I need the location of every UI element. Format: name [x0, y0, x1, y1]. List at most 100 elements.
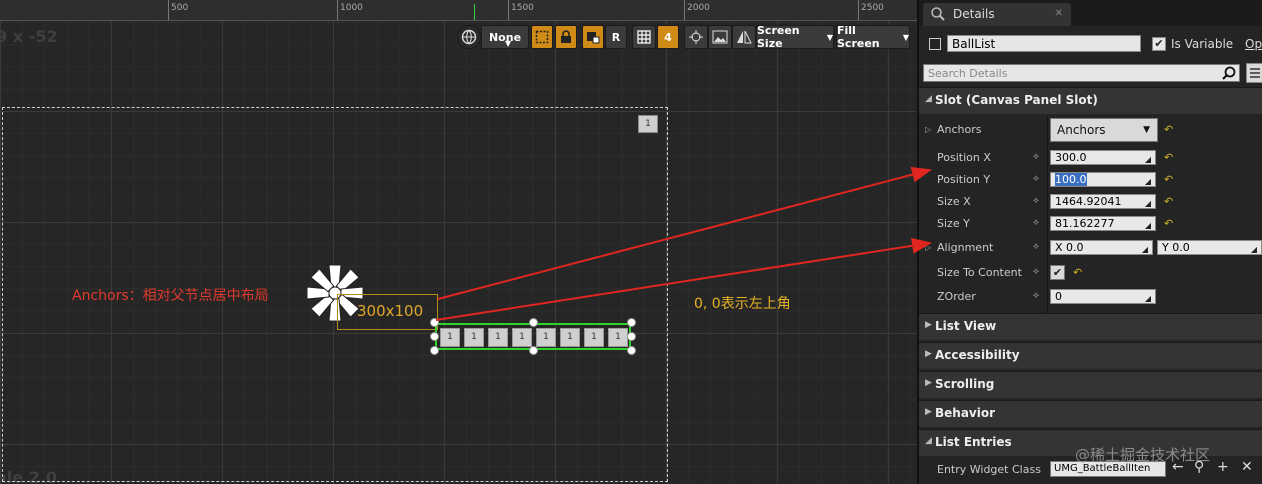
globe-icon	[461, 29, 477, 45]
resize-handle[interactable]	[430, 346, 439, 355]
search-icon[interactable]	[1222, 66, 1236, 80]
respect-locks-button[interactable]	[582, 25, 604, 49]
section-accessibility[interactable]: ▶ Accessibility	[919, 342, 1262, 369]
flip-direction-button[interactable]	[732, 25, 756, 49]
ruler-tick-label: 500	[171, 3, 189, 13]
section-list-view-label: List View	[935, 319, 997, 333]
section-scrolling-label: Scrolling	[935, 377, 995, 391]
drag-resize-icon: ◢	[1144, 199, 1151, 208]
zorder-input[interactable]: 0 ◢	[1050, 289, 1156, 304]
size-x-value: 1464.92041	[1055, 195, 1122, 208]
ball-item[interactable]: 1	[536, 328, 556, 347]
ruler-tick-label: 1000	[340, 3, 363, 13]
details-panel: Details ✕ BallList ✔ Is Variable Op Sear…	[917, 0, 1262, 484]
size-to-content-label: Size To Content	[937, 266, 1022, 279]
ruler-tick: 2500	[858, 0, 884, 20]
size-to-content-checkbox[interactable]: ✔	[1050, 265, 1065, 280]
section-behavior[interactable]: ▶ Behavior	[919, 400, 1262, 427]
collapsed-arrow-icon[interactable]: ▷	[925, 243, 931, 252]
reset-to-default-icon[interactable]: ↶	[1164, 123, 1173, 136]
localization-preview-dropdown[interactable]: None ▼	[481, 25, 529, 49]
is-variable-checkbox[interactable]: ✔	[1152, 37, 1166, 51]
ball-item[interactable]: 1	[440, 328, 460, 347]
reset-to-default-icon[interactable]: ↶	[1164, 151, 1173, 164]
ball-item[interactable]: 1	[488, 328, 508, 347]
fill-screen-dropdown[interactable]: Fill Screen ▼	[836, 24, 910, 50]
resize-handle[interactable]	[529, 346, 538, 355]
resize-handle[interactable]	[430, 332, 439, 341]
chevron-down-icon: ▼	[505, 39, 512, 48]
add-icon[interactable]: +	[1217, 459, 1229, 475]
image-preview-button[interactable]	[708, 25, 732, 49]
info-icon	[931, 7, 945, 21]
reset-to-default-icon[interactable]: ↶	[1073, 266, 1082, 279]
binding-icon[interactable]: ⟡	[1033, 267, 1043, 277]
ruler-tick-label: 2500	[861, 3, 884, 13]
search-details-input[interactable]: Search Details	[928, 67, 1007, 80]
drag-resize-icon: ◢	[1144, 155, 1151, 164]
section-slot[interactable]: ◢ Slot (Canvas Panel Slot)	[919, 87, 1262, 114]
reset-to-default-icon[interactable]: ↶	[1164, 173, 1173, 186]
reset-to-default-icon[interactable]: ↶	[1164, 195, 1173, 208]
collapsed-arrow-icon: ▶	[925, 349, 932, 359]
ball-item-preview[interactable]: 1	[638, 115, 658, 133]
grid-snap-value-dropdown[interactable]: 4	[657, 25, 679, 49]
screen-size-dropdown[interactable]: Screen Size ▼	[756, 24, 834, 50]
position-x-label: Position X	[937, 151, 991, 164]
alignment-y-input[interactable]: Y 0.0 ◢	[1157, 240, 1262, 255]
render-mode-button[interactable]: R	[605, 25, 627, 49]
ball-item[interactable]: 1	[464, 328, 484, 347]
size-y-input[interactable]: 81.162277 ◢	[1050, 216, 1156, 231]
binding-icon[interactable]: ⟡	[1033, 242, 1043, 252]
section-scrolling[interactable]: ▶ Scrolling	[919, 371, 1262, 398]
position-x-input[interactable]: 300.0 ◢	[1050, 150, 1156, 165]
grid-snap-toggle[interactable]	[632, 25, 656, 49]
options-link[interactable]: Op	[1245, 37, 1262, 51]
anchors-dropdown[interactable]: Anchors ▼	[1050, 118, 1158, 142]
resize-handle[interactable]	[529, 318, 538, 327]
ruler-tick: 1000	[337, 0, 363, 20]
entry-widget-class-label: Entry Widget Class	[937, 463, 1041, 476]
binding-icon[interactable]: ⟡	[1033, 218, 1043, 228]
binding-icon[interactable]: ⟡	[1033, 174, 1043, 184]
ball-item[interactable]: 1	[584, 328, 604, 347]
offset-size-label: 300x100	[357, 302, 424, 320]
ball-item[interactable]: 1	[512, 328, 532, 347]
resize-handle[interactable]	[627, 346, 636, 355]
chevron-down-icon: ▼	[902, 32, 909, 42]
drag-resize-icon: ◢	[1144, 177, 1151, 186]
lock-toggle-button[interactable]	[555, 25, 577, 49]
binding-icon[interactable]: ⟡	[1033, 291, 1043, 301]
fill-screen-label: Fill Screen	[837, 24, 880, 50]
ball-item[interactable]: 1	[560, 328, 580, 347]
anchors-label: Anchors	[937, 123, 982, 136]
resize-handle[interactable]	[627, 318, 636, 327]
search-details-field[interactable]: Search Details	[923, 64, 1240, 82]
clear-icon[interactable]: ✕	[1241, 459, 1253, 475]
expanded-arrow-icon: ◢	[925, 94, 932, 104]
binding-icon[interactable]: ⟡	[1033, 152, 1043, 162]
reset-to-default-icon[interactable]: ↶	[1164, 217, 1173, 230]
size-x-input[interactable]: 1464.92041 ◢	[1050, 194, 1156, 209]
zoom-to-fit-button[interactable]	[684, 25, 708, 49]
close-icon[interactable]: ✕	[1055, 3, 1063, 25]
horizontal-ruler: 500 1000 1500 2000 2500	[0, 0, 917, 21]
resize-handle[interactable]	[627, 332, 636, 341]
ball-item[interactable]: 1	[608, 328, 628, 347]
tab-details[interactable]: Details ✕	[923, 3, 1071, 26]
widget-name-input[interactable]: BallList	[947, 35, 1141, 52]
outline-toggle-button[interactable]	[531, 25, 553, 49]
designer-canvas[interactable]: 500 1000 1500 2000 2500 9 x -52 ale 2.0 …	[0, 0, 917, 484]
drag-resize-icon: ◢	[1141, 245, 1148, 254]
is-variable-label: Is Variable	[1171, 37, 1234, 51]
size-x-label: Size X	[937, 195, 971, 208]
localization-globe-button[interactable]	[457, 25, 481, 49]
section-list-view[interactable]: ▶ List View	[919, 313, 1262, 340]
watermark-text: @稀土掘金技术社区	[1075, 446, 1211, 464]
resize-handle[interactable]	[430, 318, 439, 327]
alignment-x-input[interactable]: X 0.0 ◢	[1050, 240, 1153, 255]
view-options-button[interactable]	[1246, 63, 1262, 83]
binding-icon[interactable]: ⟡	[1033, 196, 1043, 206]
collapsed-arrow-icon[interactable]: ▷	[925, 125, 931, 134]
position-y-input[interactable]: 100.0 ◢	[1050, 172, 1156, 187]
